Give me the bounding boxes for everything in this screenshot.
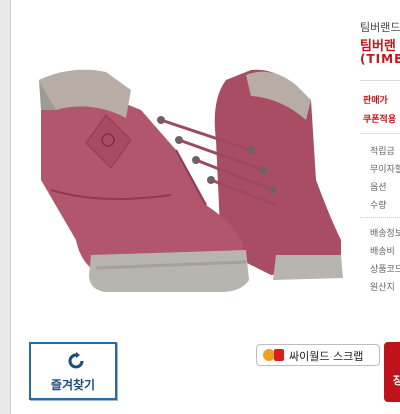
field-points: 적립금 bbox=[370, 147, 395, 157]
product-code-label: 상품코드 bbox=[370, 265, 400, 275]
scrap-icon bbox=[274, 349, 284, 361]
favorite-label: 즐겨찾기 bbox=[50, 378, 96, 392]
field-option: 옵션 bbox=[370, 183, 387, 193]
divider bbox=[360, 217, 400, 218]
buy-button[interactable]: 장 bbox=[384, 342, 400, 402]
shipping-fee: 배송비 bbox=[370, 247, 395, 257]
cyworld-scrap-button[interactable]: 싸이월드 스크랩 bbox=[256, 344, 380, 366]
coupon-label: 쿠폰적용 bbox=[363, 115, 397, 125]
product-code: (TIMB bbox=[360, 52, 400, 66]
brand-line: 팀버랜드 bbox=[360, 21, 400, 34]
price-label: 판매가 bbox=[363, 96, 388, 106]
field-quantity: 수량 bbox=[370, 201, 387, 211]
origin-label: 원산지 bbox=[370, 283, 395, 293]
field-installment: 무이자할 bbox=[370, 165, 400, 175]
favorite-button[interactable]: 즐겨찾기 bbox=[29, 342, 117, 400]
product-window: 팀버랜드 팀버랜 (TIMB 판매가 쿠폰적용 적립금 무이자할 옵션 수량 배… bbox=[0, 0, 400, 414]
refresh-icon bbox=[68, 352, 84, 369]
buy-label: 장 bbox=[393, 374, 400, 387]
boots-image bbox=[39, 69, 343, 292]
scrap-label: 싸이월드 스크랩 bbox=[289, 350, 364, 363]
price-block bbox=[360, 80, 400, 134]
window-left-border bbox=[0, 0, 11, 414]
shipping-info: 배송정보 bbox=[370, 229, 400, 239]
product-photo bbox=[11, 0, 346, 340]
